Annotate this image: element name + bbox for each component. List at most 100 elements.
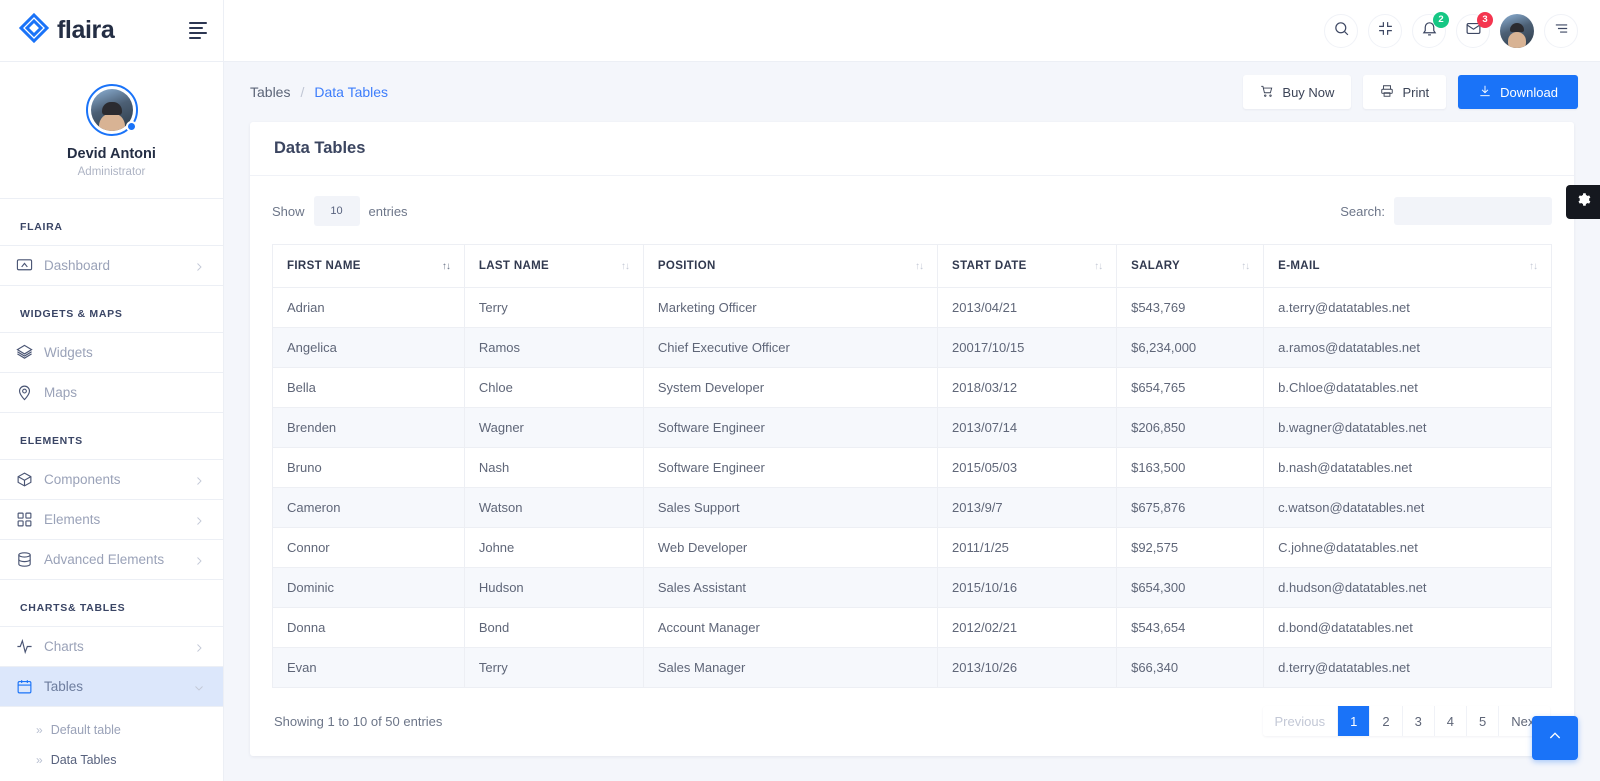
table-row: Cameron Watson Sales Support 2013/9/7 $675,8… [272, 487, 1552, 528]
sidebar-item-advanced-elements[interactable]: Advanced Elements [0, 540, 223, 580]
cell-salary: $675,876 [1116, 487, 1265, 528]
column-label: SALARY [1131, 260, 1181, 272]
pagination-1[interactable]: 1 [1338, 706, 1371, 736]
column-label: LAST NAME [478, 260, 550, 272]
pagination-5[interactable]: 5 [1467, 706, 1500, 736]
buy-now-label: Buy Now [1282, 84, 1335, 100]
data-tables-card: Data Tables Show entries Search: [250, 122, 1574, 756]
table-row: Adrian Terry Marketing Officer 2013/04/21 $5… [272, 287, 1552, 328]
compress-icon [1377, 20, 1394, 42]
card-body: Show entries Search: FIR [250, 176, 1574, 688]
sidebar-nav: FLAIRA Dashboard WIDGETS & MAPS Widgets [0, 199, 223, 781]
settings-panel-toggle[interactable] [1566, 185, 1600, 219]
print-button[interactable]: Print [1363, 75, 1447, 109]
sidebar-subitem-label: Data Tables [50, 753, 117, 767]
profile-name: Devid Antoni [67, 146, 156, 162]
sort-icon: ↑↓ [915, 260, 924, 272]
notifications-button[interactable]: 2 [1412, 11, 1449, 48]
sidebar-toggle-icon[interactable] [189, 22, 207, 39]
pagination-4[interactable]: 4 [1434, 706, 1468, 736]
activity-icon [16, 638, 33, 655]
cell-last-name: Chloe [463, 367, 644, 408]
sidebar-item-widgets[interactable]: Widgets [0, 333, 223, 373]
nav-section-charts-tables: CHARTS& TABLES [0, 580, 223, 627]
printer-icon [1380, 84, 1394, 101]
fullscreen-button[interactable] [1368, 13, 1402, 48]
database-icon [16, 551, 33, 568]
search-button[interactable] [1324, 13, 1358, 48]
table-body: Adrian Terry Marketing Officer 2013/04/21 $5… [272, 287, 1552, 688]
show-label: Show [272, 203, 305, 219]
breadcrumb-separator: / [300, 84, 305, 100]
scroll-to-top-button[interactable] [1532, 716, 1578, 760]
column-label: FIRST NAME [287, 260, 361, 272]
brand[interactable]: flaira [18, 12, 115, 49]
page-length-control: Show entries [272, 196, 408, 226]
cell-last-name: Hudson [463, 567, 644, 608]
pagination-previous: Previous [1262, 706, 1339, 736]
chevron-right-icon [193, 474, 205, 486]
main-content: 2 3 Tables / Data Tables Buy Now Print D… [224, 0, 1600, 781]
column-header-first-name[interactable]: FIRST NAME ↑↓ [272, 244, 465, 288]
breadcrumb-current[interactable]: Data Tables [314, 84, 388, 100]
cell-first-name: Connor [272, 527, 465, 568]
sort-icon: ↑↓ [620, 260, 630, 272]
buy-now-button[interactable]: Buy Now [1243, 75, 1352, 109]
column-header-position[interactable]: POSITION ↑↓ [642, 244, 939, 288]
avatar[interactable] [85, 84, 138, 136]
pagination-3[interactable]: 3 [1402, 706, 1435, 736]
download-label: Download [1500, 84, 1558, 100]
nav-section-elements: ELEMENTS [0, 413, 223, 460]
user-avatar[interactable] [1500, 13, 1534, 48]
download-icon [1478, 84, 1492, 101]
cell-start-date: 2012/02/21 [937, 607, 1118, 648]
pagination-2[interactable]: 2 [1370, 706, 1403, 736]
cell-last-name: Nash [463, 447, 644, 488]
search-input[interactable] [1394, 197, 1552, 225]
app-root: flaira Devid Antoni Administrator FLAIRA… [0, 0, 1600, 781]
sidebar-item-label: Charts [44, 639, 84, 654]
column-header-start-date[interactable]: START DATE ↑↓ [937, 244, 1118, 288]
cell-start-date: 2015/05/03 [937, 447, 1118, 488]
column-header-salary[interactable]: SALARY ↑↓ [1116, 244, 1265, 288]
map-pin-icon [16, 384, 33, 401]
messages-badge: 3 [1477, 11, 1493, 28]
table-row: Dominic Hudson Sales Assistant 2015/10/16 $6… [272, 567, 1552, 608]
cell-start-date: 2011/1/25 [937, 527, 1118, 568]
sidebar-item-maps[interactable]: Maps [0, 373, 223, 413]
cell-email: d.bond@datatables.net [1263, 607, 1552, 648]
page-length-input[interactable] [313, 196, 360, 226]
entries-label: entries [368, 203, 408, 219]
messages-button[interactable]: 3 [1456, 11, 1493, 48]
cell-first-name: Dominic [272, 567, 465, 608]
cell-first-name: Bella [272, 367, 465, 408]
sidebar-item-dashboard[interactable]: Dashboard [0, 246, 223, 286]
table-row: Connor Johne Web Developer 2011/1/25 $92,575… [272, 527, 1552, 568]
pagination: Previous 1 2 3 4 5 Next [1262, 706, 1550, 736]
cell-last-name: Ramos [463, 327, 644, 368]
chevron-right-icon [193, 260, 205, 272]
cell-first-name: Bruno [272, 447, 465, 488]
table-row: Brenden Wagner Software Engineer 2013/07/14… [272, 407, 1552, 448]
chevron-up-icon [1547, 728, 1563, 749]
breadcrumb-parent[interactable]: Tables [250, 84, 290, 100]
card-title: Data Tables [250, 122, 1574, 176]
tables-submenu: » Default table » Data Tables [0, 707, 223, 781]
sort-icon: ↑↓ [1529, 260, 1538, 272]
download-button[interactable]: Download [1458, 75, 1578, 109]
cell-salary: $6,234,000 [1116, 327, 1265, 368]
sidebar-item-components[interactable]: Components [0, 460, 223, 500]
right-menu-button[interactable] [1544, 13, 1578, 48]
column-header-last-name[interactable]: LAST NAME ↑↓ [463, 244, 644, 288]
cell-email: a.terry@datatables.net [1263, 287, 1552, 328]
online-status-dot [125, 121, 137, 132]
column-header-email[interactable]: E-MAIL ↑↓ [1263, 244, 1552, 288]
cell-position: Chief Executive Officer [642, 327, 939, 368]
cell-position: Software Engineer [642, 407, 939, 448]
sidebar-item-tables[interactable]: Tables [0, 667, 223, 707]
sidebar-subitem-data-tables[interactable]: » Data Tables [0, 745, 223, 775]
sidebar-subitem-default-table[interactable]: » Default table [0, 715, 223, 745]
sidebar-item-charts[interactable]: Charts [0, 627, 223, 667]
cell-salary: $66,340 [1116, 647, 1265, 688]
sidebar-item-elements[interactable]: Elements [0, 500, 223, 540]
